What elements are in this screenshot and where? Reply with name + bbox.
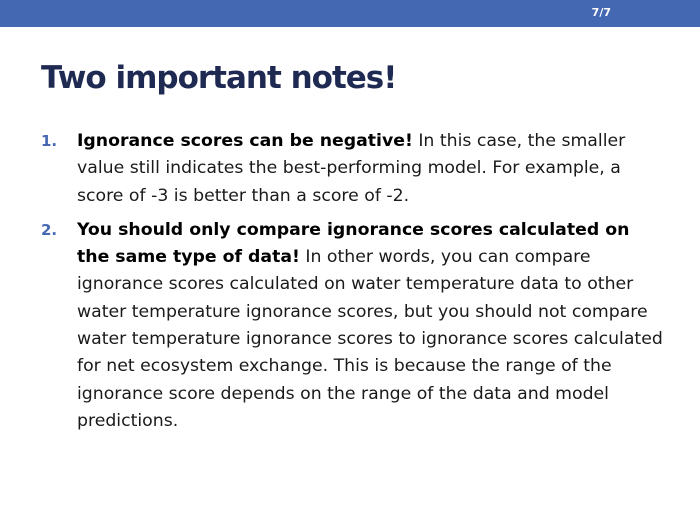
- slide-title: Two important notes!: [41, 60, 397, 96]
- note-number: 1.: [41, 132, 58, 150]
- notes-list: 1. Ignorance scores can be negative! In t…: [41, 128, 666, 442]
- note-heading: Ignorance scores can be negative!: [77, 131, 413, 151]
- header-bar: 7/7: [0, 0, 700, 27]
- page-indicator: 7/7: [591, 6, 611, 19]
- note-text: In other words, you can compare ignoranc…: [77, 247, 663, 431]
- note-number: 2.: [41, 220, 58, 239]
- note-item-1: 1. Ignorance scores can be negative! In t…: [41, 128, 666, 210]
- note-item-2: 2. You should only compare ignorance scor…: [41, 217, 666, 435]
